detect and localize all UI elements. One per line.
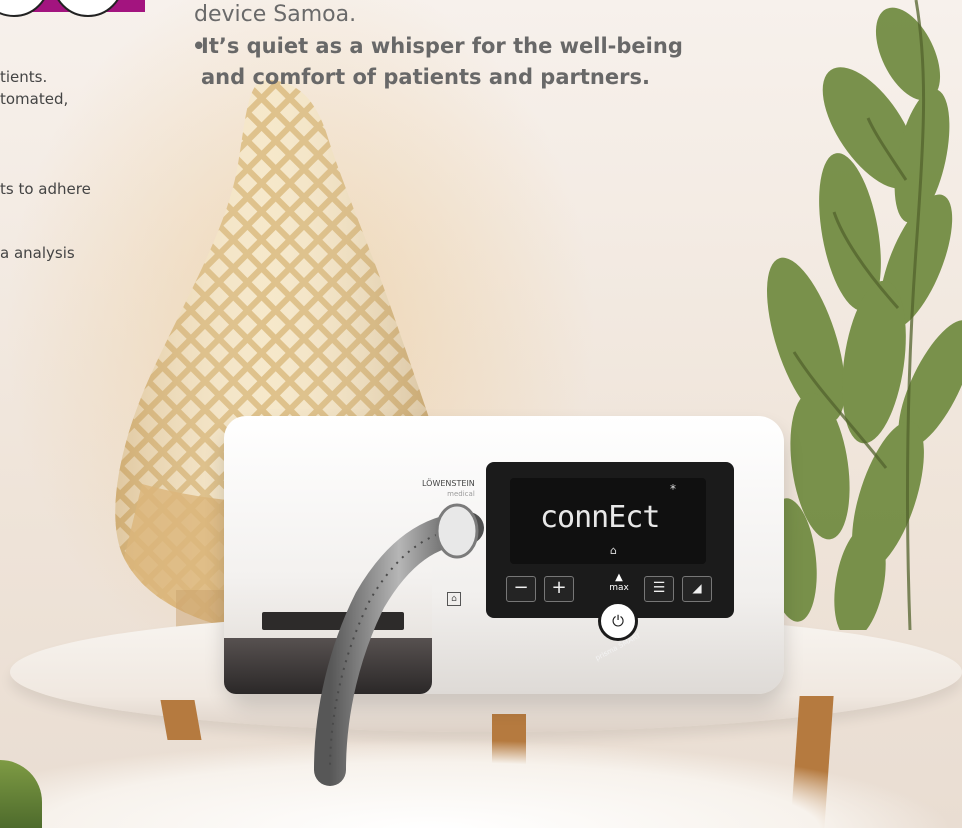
scene: tients. tomated, ts to adhere a analysis… bbox=[0, 0, 962, 828]
hose bbox=[0, 0, 962, 828]
